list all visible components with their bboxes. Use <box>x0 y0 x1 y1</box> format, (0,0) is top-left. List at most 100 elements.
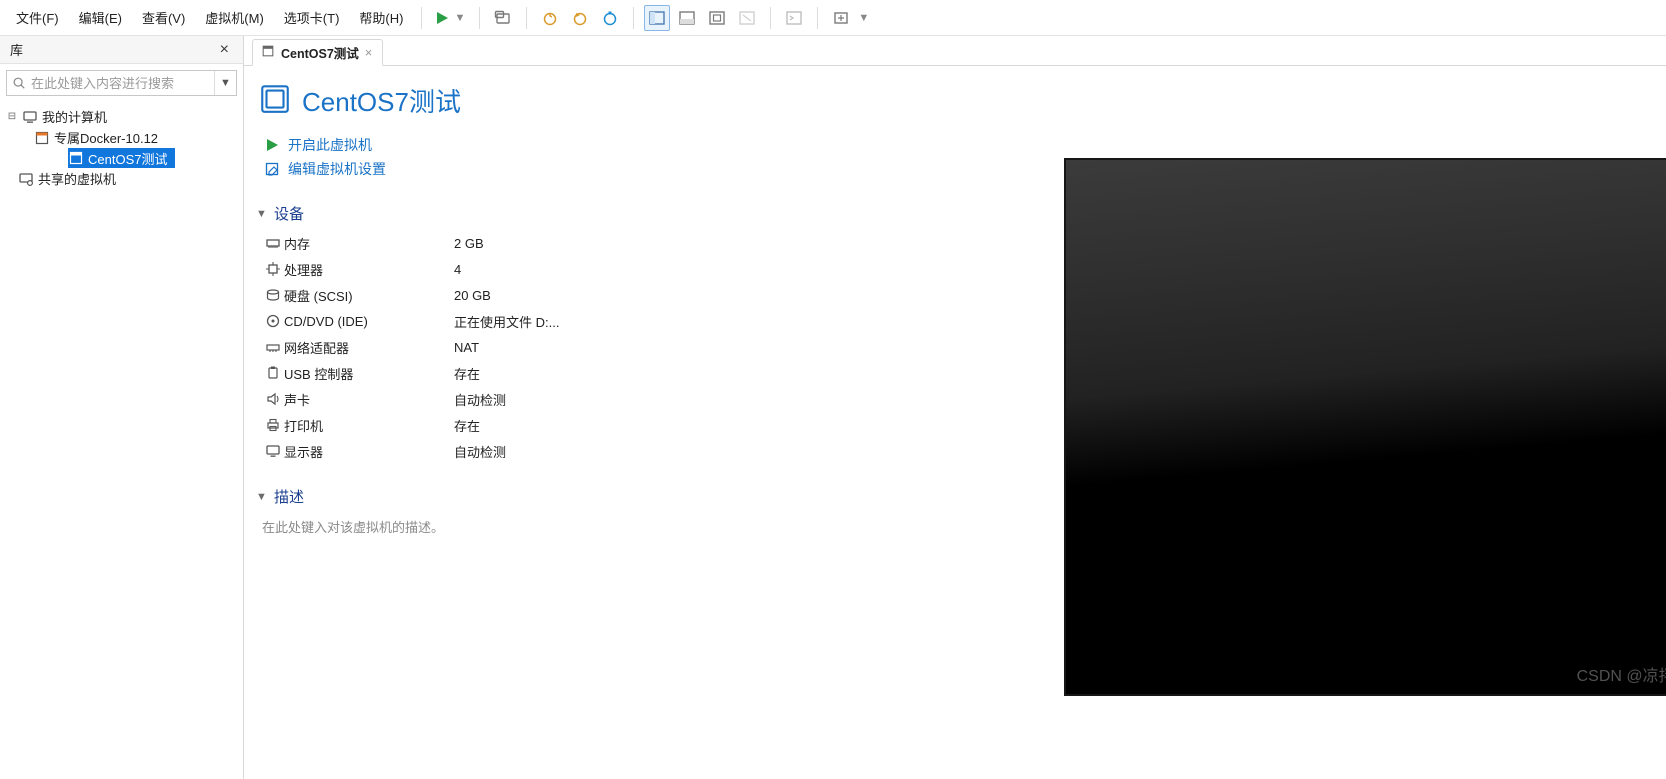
power-on-button[interactable]: ▼ <box>434 10 467 26</box>
tab-close-icon[interactable]: × <box>365 46 373 59</box>
device-value: 20 GB <box>454 288 491 303</box>
menu-tabs[interactable]: 选项卡(T) <box>274 2 350 33</box>
device-label: USB 控制器 <box>284 364 454 383</box>
snapshot-take-icon[interactable] <box>537 5 563 31</box>
vm-preview-area: CSDN @凉拌~玛卡巴卡 <box>824 66 1666 779</box>
display-icon <box>262 443 284 459</box>
device-cpu[interactable]: 处理器 4 <box>262 256 806 282</box>
vm-tab-icon <box>261 44 275 61</box>
menu-separator <box>479 7 480 29</box>
console-icon[interactable] <box>781 5 807 31</box>
collapse-icon[interactable]: ⊟ <box>6 111 18 122</box>
menu-separator <box>817 7 818 29</box>
vm-screen-background <box>1066 160 1666 694</box>
device-usb[interactable]: USB 控制器 存在 <box>262 360 806 386</box>
device-value: NAT <box>454 340 479 355</box>
memory-icon <box>262 235 284 251</box>
device-label: 处理器 <box>284 260 454 279</box>
usb-icon <box>262 365 284 381</box>
chevron-down-icon[interactable]: ▼ <box>856 12 871 24</box>
device-label: CD/DVD (IDE) <box>284 314 454 329</box>
section-header-devices[interactable]: ▼ 设备 <box>256 203 806 224</box>
menu-vm[interactable]: 虚拟机(M) <box>195 2 274 33</box>
device-disk[interactable]: 硬盘 (SCSI) 20 GB <box>262 282 806 308</box>
vm-icon <box>34 130 50 146</box>
computer-icon <box>22 109 38 125</box>
vm-details: CentOS7测试 开启此虚拟机 编辑虚拟机设置 ▼ 设备 <box>244 66 824 779</box>
snapshot-manager-icon[interactable] <box>597 5 623 31</box>
library-search[interactable]: ▼ <box>6 70 237 96</box>
disk-icon <box>262 287 284 303</box>
device-printer[interactable]: 打印机 存在 <box>262 412 806 438</box>
device-value: 存在 <box>454 364 480 383</box>
search-input[interactable] <box>31 76 214 91</box>
device-value: 自动检测 <box>454 442 506 461</box>
sound-icon <box>262 391 284 407</box>
tree-label: 专属Docker-10.12 <box>54 128 158 147</box>
section-title: 设备 <box>274 203 304 224</box>
menu-separator <box>526 7 527 29</box>
device-value: 2 GB <box>454 236 484 251</box>
vm-icon <box>68 150 84 166</box>
layout-bottom-icon[interactable] <box>674 5 700 31</box>
printer-icon <box>262 417 284 433</box>
menu-separator <box>421 7 422 29</box>
tree-label: 我的计算机 <box>42 107 107 126</box>
tab-bar: CentOS7测试 × <box>244 36 1666 66</box>
section-title: 描述 <box>274 486 304 507</box>
devices-section: ▼ 设备 内存 2 GB 处理器 4 <box>256 203 806 464</box>
device-label: 硬盘 (SCSI) <box>284 286 454 305</box>
tree-node-my-computer[interactable]: ⊟ 我的计算机 <box>0 106 243 127</box>
library-tree: ⊟ 我的计算机 专属Docker-10.12 CentOS7测试 <box>0 100 243 779</box>
menu-separator <box>770 7 771 29</box>
device-label: 网络适配器 <box>284 338 454 357</box>
vm-screen[interactable]: CSDN @凉拌~玛卡巴卡 <box>1064 158 1666 696</box>
cpu-icon <box>262 261 284 277</box>
device-label: 显示器 <box>284 442 454 461</box>
menu-view[interactable]: 查看(V) <box>132 2 195 33</box>
fullscreen-icon[interactable] <box>704 5 730 31</box>
chevron-down-icon[interactable]: ▼ <box>452 12 467 24</box>
tree-node-docker[interactable]: 专属Docker-10.12 <box>0 127 243 148</box>
library-header: 库 × <box>0 36 243 64</box>
device-memory[interactable]: 内存 2 GB <box>262 230 806 256</box>
vm-title: CentOS7测试 <box>302 82 461 119</box>
menu-help[interactable]: 帮助(H) <box>349 2 413 33</box>
menu-bar: 文件(F) 编辑(E) 查看(V) 虚拟机(M) 选项卡(T) 帮助(H) ▼ <box>0 0 1666 36</box>
tree-node-centos-selected[interactable]: CentOS7测试 <box>68 148 175 168</box>
device-network[interactable]: 网络适配器 NAT <box>262 334 806 360</box>
screenshot-icon[interactable] <box>490 5 516 31</box>
menu-edit[interactable]: 编辑(E) <box>69 2 132 33</box>
search-dropdown-icon[interactable]: ▼ <box>214 71 236 95</box>
main-pane: CentOS7测试 × CentOS7测试 开启此虚拟机 编辑虚拟机 <box>244 36 1666 779</box>
search-icon <box>7 76 31 90</box>
device-label: 打印机 <box>284 416 454 435</box>
description-placeholder[interactable]: 在此处键入对该虚拟机的描述。 <box>256 513 806 536</box>
close-icon[interactable]: × <box>216 41 233 59</box>
tab-centos[interactable]: CentOS7测试 × <box>252 39 383 66</box>
tree-label: CentOS7测试 <box>88 149 167 168</box>
power-on-link[interactable]: 开启此虚拟机 <box>256 133 806 157</box>
device-sound[interactable]: 声卡 自动检测 <box>262 386 806 412</box>
link-label: 开启此虚拟机 <box>288 135 372 155</box>
link-label: 编辑虚拟机设置 <box>288 159 386 179</box>
shared-icon <box>18 171 34 187</box>
stretch-icon[interactable] <box>828 5 854 31</box>
device-display[interactable]: 显示器 自动检测 <box>262 438 806 464</box>
menu-file[interactable]: 文件(F) <box>6 2 69 33</box>
tree-node-shared[interactable]: 共享的虚拟机 <box>0 168 243 189</box>
description-section: ▼ 描述 在此处键入对该虚拟机的描述。 <box>256 486 806 536</box>
tree-label: 共享的虚拟机 <box>38 169 116 188</box>
device-cd[interactable]: CD/DVD (IDE) 正在使用文件 D:... <box>262 308 806 334</box>
snapshot-revert-icon[interactable] <box>567 5 593 31</box>
unity-icon[interactable] <box>734 5 760 31</box>
edit-settings-link[interactable]: 编辑虚拟机设置 <box>256 157 806 181</box>
library-title: 库 <box>10 40 23 59</box>
layout-sidebar-icon[interactable] <box>644 5 670 31</box>
device-label: 内存 <box>284 234 454 253</box>
tab-label: CentOS7测试 <box>281 43 359 62</box>
device-value: 4 <box>454 262 461 277</box>
section-header-description[interactable]: ▼ 描述 <box>256 486 806 507</box>
chevron-down-icon: ▼ <box>256 208 268 220</box>
chevron-down-icon: ▼ <box>256 491 268 503</box>
